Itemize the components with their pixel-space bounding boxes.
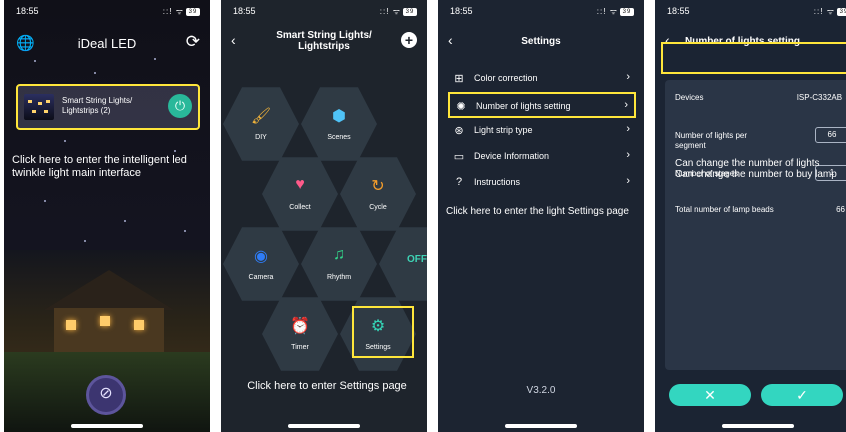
devices-select[interactable]: ISP-C332AB ⌄ [797, 93, 846, 102]
off-label: OFF [407, 254, 427, 265]
cancel-button[interactable]: ✕ [669, 384, 751, 406]
version-label: V3.2.0 [526, 385, 556, 396]
menu-item-label: Light strip type [474, 125, 533, 135]
cycle-icon: ↻ [371, 178, 385, 195]
home-indicator [722, 424, 794, 428]
page-title: Smart String Lights/ Lightstrips [276, 30, 372, 52]
tile-off[interactable]: OFF [379, 227, 427, 301]
menu-item-label: Instructions [474, 177, 521, 187]
strip-type-icon: ⊛ [454, 125, 464, 137]
per-segment-label: Number of lights per segment [675, 131, 748, 150]
total-row: Total number of lamp beads 66 [675, 198, 846, 224]
battery-icon: 39 [403, 7, 417, 16]
shortcut-button[interactable]: ⊘ [86, 375, 126, 415]
lights-setting-screen: 18:55 ::! ᯤ39 ‹ Number of lights setting… [655, 0, 846, 432]
tile-label: Camera [248, 274, 274, 281]
refresh-icon[interactable]: ⟳ [186, 32, 200, 52]
menu-item-label: Color correction [474, 73, 538, 83]
total-label: Total number of lamp beads [675, 205, 774, 214]
battery-icon: 39 [186, 7, 200, 16]
status-bar: 18:55 ::! ᯤ39 [450, 6, 634, 20]
power-icon[interactable]: ⏻ [168, 94, 192, 118]
tile-camera[interactable]: ◉ Camera [223, 227, 299, 301]
tile-label: Collect [289, 204, 311, 211]
brush-icon: 🖌 [250, 108, 272, 125]
status-time: 18:55 [16, 6, 39, 16]
status-signal: ::! ᯤ39 [163, 6, 200, 17]
chevron-right-icon: › [626, 149, 630, 161]
settings-screen: 18:55 ::! ᯤ 39 ‹ Settings ⊞ Color correct… [438, 0, 644, 432]
devices-label: Devices [675, 93, 704, 102]
tile-diy[interactable]: 🖌 DIY [223, 87, 299, 161]
total-value: 66 [836, 205, 845, 214]
question-icon: ? [455, 176, 463, 188]
tile-rhythm[interactable]: ♫ Rhythm [301, 227, 377, 301]
app-title: iDeal LED [77, 36, 137, 51]
status-signal: ::! ᯤ39 [814, 6, 846, 17]
status-signal: ::! ᯤ39 [597, 6, 634, 17]
chevron-right-icon: › [624, 99, 628, 111]
status-time: 18:55 [450, 6, 473, 16]
device-name: Smart String Lights/ Lightstrips (2) [62, 96, 133, 115]
per-segment-input[interactable]: 66 [815, 127, 846, 143]
status-bar: 18:55 ::! ᯤ39 [16, 6, 200, 20]
chevron-right-icon: › [626, 71, 630, 83]
close-icon: ✕ [704, 387, 716, 403]
battery-icon: 39 [620, 7, 634, 16]
confirm-button[interactable]: ✓ [761, 384, 843, 406]
tile-collect[interactable]: ♥ Collect [262, 157, 338, 231]
tile-label: Scenes [327, 134, 351, 141]
camera-icon: ◉ [254, 248, 268, 265]
lights-icon: ✺ [456, 101, 466, 113]
tile-label: DIY [255, 134, 267, 141]
status-signal: ::! ᯤ39 [380, 6, 417, 17]
menu-item-instructions[interactable]: ? Instructions › [448, 170, 636, 196]
alarm-clock-icon: ⏰ [290, 318, 310, 335]
status-time: 18:55 [233, 6, 256, 16]
menu-item-label: Number of lights setting [476, 101, 571, 111]
settings-menu: ⊞ Color correction › ✺ Number of lights … [438, 66, 644, 196]
music-icon: ♫ [333, 246, 345, 263]
device-info-icon: ▭ [453, 151, 465, 163]
device-thumbnail [24, 94, 54, 120]
home-screen: 18:55 ::! ᯤ 39 🌐 iDeal LED ⟳ Smart String… [4, 0, 210, 432]
add-button[interactable]: + [401, 32, 417, 48]
check-icon: ✓ [796, 387, 808, 403]
per-segment-row: Number of lights per segment 66 [675, 124, 846, 150]
menu-item-label: Device Information [474, 151, 550, 161]
color-correction-icon: ⊞ [454, 73, 464, 85]
device-screen: 18:55 ::! ᯤ 39 ‹ Smart String Lights/ Lig… [221, 0, 427, 432]
instruction-caption: Click here to enter Settings page [247, 380, 407, 392]
tile-cycle[interactable]: ↻ Cycle [340, 157, 416, 231]
menu-item-number-of-lights[interactable]: ✺ Number of lights setting › [448, 92, 636, 118]
tile-label: Timer [291, 344, 309, 351]
instruction-caption: Click here to enter the intelligent led … [12, 154, 187, 179]
note-text: Can change the number of lights Can chan… [675, 158, 837, 180]
settings-highlight [352, 306, 414, 358]
status-time: 18:55 [667, 6, 690, 16]
home-indicator [71, 424, 143, 428]
battery-icon: 39 [837, 7, 846, 16]
device-card[interactable]: Smart String Lights/ Lightstrips (2) ⏻ [16, 84, 200, 130]
menu-item-color-correction[interactable]: ⊞ Color correction › [448, 66, 636, 92]
heart-icon: ♥ [295, 176, 305, 193]
cube-icon: ⬢ [332, 108, 346, 125]
tile-label: Rhythm [326, 274, 352, 281]
settings-panel: Devices ISP-C332AB ⌄ Number of lights pe… [665, 80, 846, 370]
status-bar: 18:55 ::! ᯤ39 [667, 6, 846, 20]
home-indicator [505, 424, 577, 428]
chevron-right-icon: › [626, 123, 630, 135]
per-segment-highlight [661, 42, 846, 74]
menu-item-light-strip-type[interactable]: ⊛ Light strip type › [448, 118, 636, 144]
chevron-right-icon: › [626, 175, 630, 187]
tile-timer[interactable]: ⏰ Timer [262, 297, 338, 371]
page-title: Settings [521, 36, 561, 47]
home-indicator [288, 424, 360, 428]
status-bar: 18:55 ::! ᯤ39 [233, 6, 417, 20]
tile-label: Cycle [369, 204, 387, 211]
instruction-caption: Click here to enter the light Settings p… [446, 206, 629, 217]
devices-row[interactable]: Devices ISP-C332AB ⌄ [675, 86, 846, 112]
menu-item-device-information[interactable]: ▭ Device Information › [448, 144, 636, 170]
tile-scenes[interactable]: ⬢ Scenes [301, 87, 377, 161]
